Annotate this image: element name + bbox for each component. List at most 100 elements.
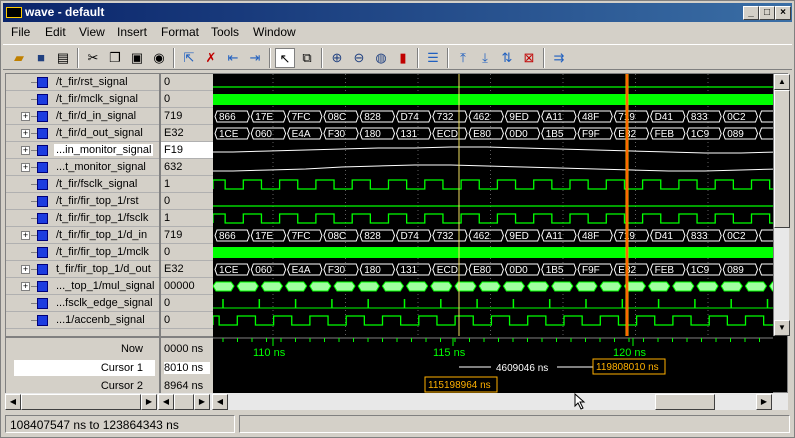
signal-value-row[interactable]: F19	[161, 142, 213, 159]
signal-value-row[interactable]: 00000	[161, 278, 213, 295]
values-scroll-thumb[interactable]	[174, 394, 194, 410]
signal-row[interactable]: /t_fir/fir_top_1/fsclk	[6, 210, 159, 227]
menu-tools[interactable]: Tools	[211, 25, 239, 39]
waveform-canvas[interactable]: 86617E7FC08C828D747324629EDA1148F719D418…	[213, 74, 773, 394]
signal-value-row[interactable]: E32	[161, 125, 213, 142]
zoom-full-icon[interactable]: ◍	[371, 48, 391, 68]
signal-value-row[interactable]: 0	[161, 193, 213, 210]
bus-value: 48F	[582, 231, 599, 242]
menu-view[interactable]: View	[79, 25, 105, 39]
signal-icon	[31, 213, 48, 224]
select-mode-icon[interactable]: ↖	[275, 48, 295, 68]
values-scroll-right[interactable]: ▶	[194, 394, 210, 410]
signal-row[interactable]: /t_fir/fir_top_1/rst	[6, 193, 159, 210]
paste-icon[interactable]: ▣	[127, 48, 147, 68]
signal-value: 0	[164, 314, 171, 326]
dataflow-icon[interactable]: ☰	[423, 48, 443, 68]
zoom-in-icon[interactable]: ⊕	[327, 48, 347, 68]
bus-value: 089	[727, 129, 744, 140]
stop-icon[interactable]: ▮	[393, 48, 413, 68]
delete-cursor-icon[interactable]: ✗	[201, 48, 221, 68]
signal-value-row[interactable]: 719	[161, 227, 213, 244]
title-bar[interactable]: wave - default _ □ ×	[3, 3, 792, 22]
signal-value-row[interactable]: 0	[161, 312, 213, 329]
bus-value: F30	[328, 265, 346, 276]
signal-row[interactable]: + ...in_monitor_signal	[6, 142, 159, 159]
analog-out-monitor	[213, 164, 773, 172]
expand-icon[interactable]: +	[21, 265, 30, 274]
find-prev-icon[interactable]: ⤒	[453, 48, 473, 68]
signal-value-row[interactable]: 0	[161, 244, 213, 261]
signal-value-row[interactable]: 0	[161, 295, 213, 312]
menu-file[interactable]: File	[11, 25, 30, 39]
signal-value-row[interactable]: E32	[161, 261, 213, 278]
signal-row[interactable]: + t_fir/fir_top_1/d_out	[6, 261, 159, 278]
signal-value-row[interactable]: 1	[161, 210, 213, 227]
expand-icon[interactable]: +	[21, 112, 30, 121]
mul-bus-segment	[647, 281, 671, 292]
find-next-icon[interactable]: ⤓	[475, 48, 495, 68]
menu-format[interactable]: Format	[161, 25, 199, 39]
signal-value-row[interactable]: 632	[161, 159, 213, 176]
expand-icon[interactable]: +	[21, 129, 30, 138]
expand-icon[interactable]: +	[21, 163, 30, 172]
expand-icon[interactable]: +	[21, 231, 30, 240]
signal-row[interactable]: ...fsclk_edge_signal	[6, 295, 159, 312]
signal-row[interactable]: /t_fir/fsclk_signal	[6, 176, 159, 193]
vertical-scroll-thumb[interactable]	[774, 90, 790, 228]
cursor2-label[interactable]: Cursor 2	[101, 380, 143, 392]
wave-scroll-left[interactable]: ◀	[212, 394, 228, 410]
expand-icon[interactable]: +	[21, 282, 30, 291]
signal-row[interactable]: + /t_fir/fir_top_1/d_in	[6, 227, 159, 244]
wave-scroll-thumb[interactable]	[655, 394, 715, 410]
menu-edit[interactable]: Edit	[45, 25, 66, 39]
minimize-button[interactable]: _	[743, 6, 759, 20]
goto-cursor-icon[interactable]: ⇉	[549, 48, 569, 68]
names-scroll-right[interactable]: ▶	[141, 394, 157, 410]
zoom-mode-icon[interactable]: ⧉	[297, 48, 317, 68]
signal-value-row[interactable]: 0	[161, 74, 213, 91]
signal-value: 719	[164, 229, 183, 241]
scroll-up-button[interactable]: ▲	[774, 74, 790, 90]
signal-value-row[interactable]: 719	[161, 108, 213, 125]
signal-row[interactable]: /t_fir/fir_top_1/mclk	[6, 244, 159, 261]
next-edge-icon[interactable]: ⇥	[245, 48, 265, 68]
close-button[interactable]: ×	[775, 6, 791, 20]
window-title: wave - default	[25, 5, 105, 19]
values-scroll-left[interactable]: ◀	[158, 394, 174, 410]
open-icon[interactable]: ▰	[9, 48, 29, 68]
expand-icon[interactable]: +	[21, 146, 30, 155]
find-any-icon[interactable]: ⇅	[497, 48, 517, 68]
prev-edge-icon[interactable]: ⇤	[223, 48, 243, 68]
signal-row[interactable]: + /t_fir/d_out_signal	[6, 125, 159, 142]
save-icon[interactable]: ■	[31, 48, 51, 68]
signal-value-row[interactable]: 1	[161, 176, 213, 193]
copy-icon[interactable]: ❐	[105, 48, 125, 68]
signal-row[interactable]: ...1/accenb_signal	[6, 312, 159, 329]
find-clear-icon[interactable]: ⊠	[519, 48, 539, 68]
find-icon[interactable]: ◉	[149, 48, 169, 68]
bus-value: 0D0	[509, 129, 528, 140]
signal-row[interactable]: /t_fir/rst_signal	[6, 74, 159, 91]
menu-insert[interactable]: Insert	[117, 25, 147, 39]
signal-row[interactable]: + ..._top_1/mul_signal	[6, 278, 159, 295]
names-scroll-left[interactable]: ◀	[5, 394, 21, 410]
names-scroll-thumb[interactable]	[21, 394, 141, 410]
cursor1-label[interactable]: Cursor 1	[101, 362, 143, 374]
vertical-scrollbar[interactable]: ▲ ▼	[773, 74, 790, 336]
print-icon[interactable]: ▤	[53, 48, 73, 68]
signal-row[interactable]: + /t_fir/d_in_signal	[6, 108, 159, 125]
maximize-button[interactable]: □	[759, 6, 775, 20]
insert-cursor-icon[interactable]: ⇱	[179, 48, 199, 68]
signal-value-row[interactable]: 0	[161, 91, 213, 108]
cut-icon[interactable]: ✂	[83, 48, 103, 68]
wave-scroll-right[interactable]: ▶	[756, 394, 772, 410]
menu-window[interactable]: Window	[253, 25, 296, 39]
signal-row[interactable]: /t_fir/mclk_signal	[6, 91, 159, 108]
signal-row[interactable]: + ...t_monitor_signal	[6, 159, 159, 176]
bus-value: F9F	[582, 265, 600, 276]
signal-icon	[31, 111, 48, 122]
scroll-down-button[interactable]: ▼	[774, 320, 790, 336]
zoom-out-icon[interactable]: ⊖	[349, 48, 369, 68]
bus-value: D41	[655, 231, 674, 242]
